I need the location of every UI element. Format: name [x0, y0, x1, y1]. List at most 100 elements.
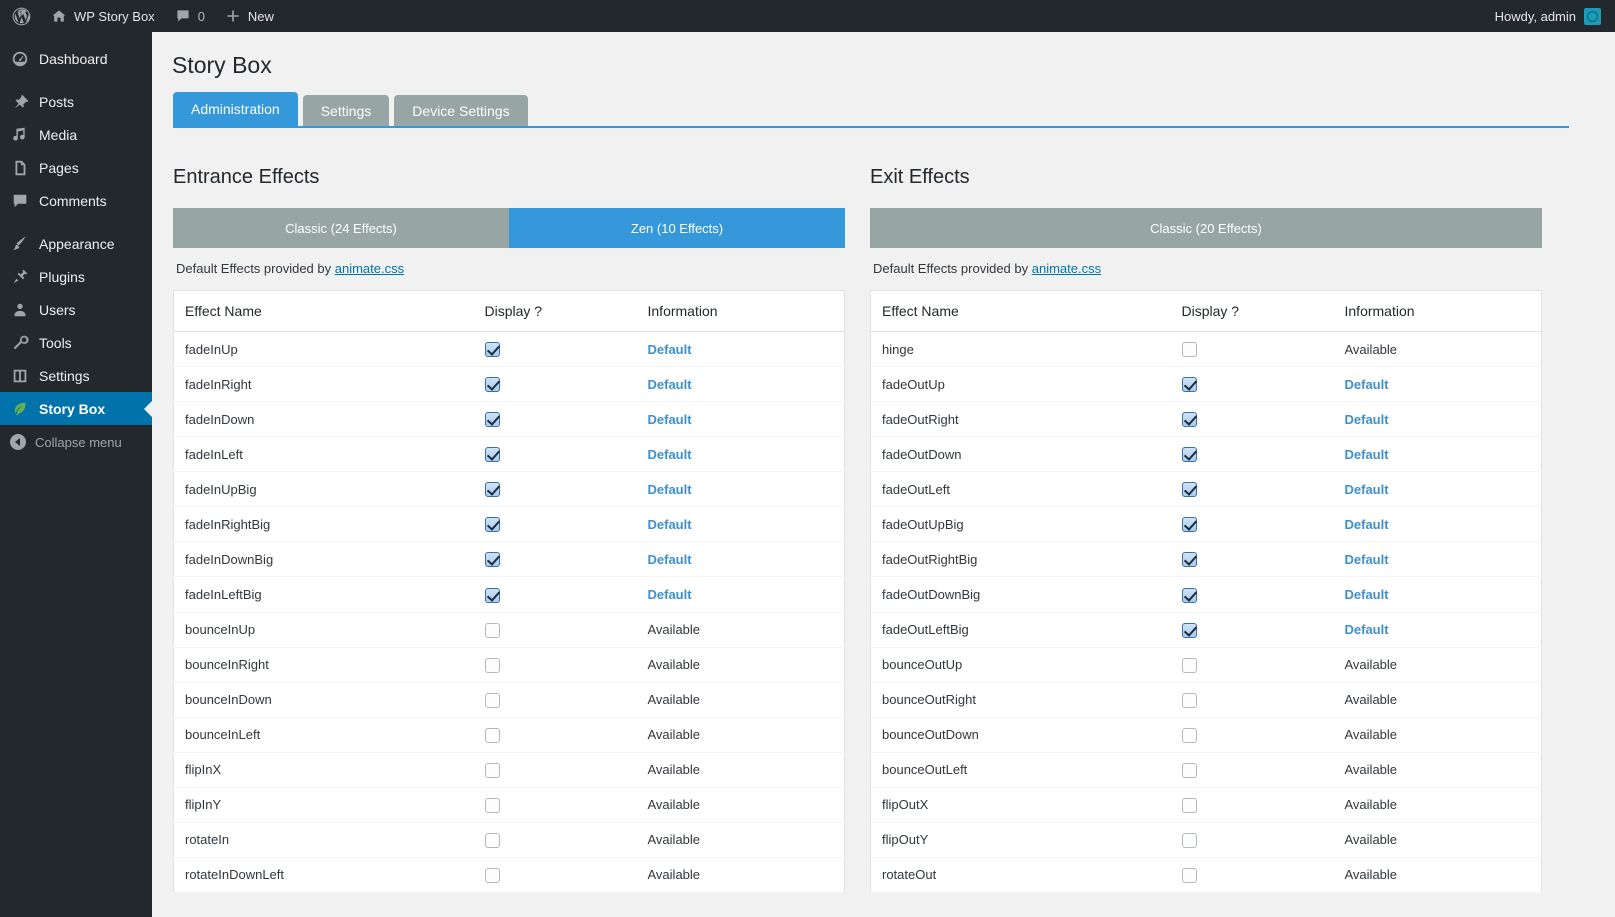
default-label[interactable]: Default: [648, 447, 692, 462]
exit-classic-button[interactable]: Classic (20 Effects): [870, 208, 1542, 248]
sidebar-item-appearance[interactable]: Appearance: [0, 227, 152, 260]
display-checkbox[interactable]: [1181, 762, 1197, 778]
collapse-menu-label: Collapse menu: [35, 434, 122, 450]
animate-css-link[interactable]: animate.css: [1032, 261, 1101, 276]
wordpress-logo-button[interactable]: [0, 0, 41, 32]
paintbrush-icon: [10, 235, 30, 253]
tab-settings[interactable]: Settings: [302, 95, 390, 126]
comments-button[interactable]: 0: [165, 0, 215, 32]
display-checkbox[interactable]: [1181, 692, 1197, 708]
default-label[interactable]: Default: [1345, 622, 1389, 637]
entrance-effects-panel: Entrance Effects Classic (24 Effects) Ze…: [173, 166, 845, 894]
default-label[interactable]: Default: [1345, 482, 1389, 497]
default-label[interactable]: Default: [1345, 552, 1389, 567]
sidebar-item-tools[interactable]: Tools: [0, 326, 152, 359]
tab-list: Administration Settings Device Settings: [173, 92, 1615, 126]
display-checkbox[interactable]: [484, 552, 500, 568]
information-cell: Available: [1333, 787, 1542, 823]
display-checkbox[interactable]: [1181, 377, 1197, 393]
display-checkbox[interactable]: [484, 832, 500, 848]
display-checkbox[interactable]: [484, 587, 500, 603]
display-cell: [1170, 752, 1334, 788]
sidebar-item-pages[interactable]: Pages: [0, 151, 152, 184]
display-checkbox[interactable]: [1181, 657, 1197, 673]
display-cell: [473, 787, 637, 823]
sidebar-item-label: Comments: [39, 192, 107, 209]
display-cell: [473, 717, 637, 753]
effect-name-cell: fadeOutUp: [870, 366, 1171, 403]
table-row: fadeOutRightBig Default: [870, 541, 1542, 578]
display-checkbox[interactable]: [484, 447, 500, 463]
default-label[interactable]: Default: [648, 587, 692, 602]
table-row: bounceOutLeft Available: [870, 752, 1542, 788]
display-checkbox[interactable]: [1181, 727, 1197, 743]
animate-css-link[interactable]: animate.css: [335, 261, 404, 276]
default-label[interactable]: Default: [1345, 412, 1389, 427]
display-checkbox[interactable]: [484, 692, 500, 708]
sidebar-item-dashboard[interactable]: Dashboard: [0, 42, 152, 75]
display-checkbox[interactable]: [484, 342, 500, 358]
display-checkbox[interactable]: [484, 377, 500, 393]
display-checkbox[interactable]: [1181, 832, 1197, 848]
display-checkbox[interactable]: [484, 517, 500, 533]
display-checkbox[interactable]: [484, 868, 500, 883]
default-label[interactable]: Default: [1345, 587, 1389, 602]
sidebar-item-story-box[interactable]: Story Box: [0, 392, 152, 425]
display-checkbox[interactable]: [484, 412, 500, 428]
display-checkbox[interactable]: [1181, 868, 1197, 883]
display-checkbox[interactable]: [1181, 622, 1197, 638]
sidebar-item-posts[interactable]: Posts: [0, 85, 152, 118]
effect-name-cell: fadeOutLeftBig: [870, 612, 1171, 648]
default-label[interactable]: Default: [1345, 377, 1389, 392]
sidebar-item-users[interactable]: Users: [0, 293, 152, 326]
default-label[interactable]: Default: [648, 412, 692, 427]
display-checkbox[interactable]: [1181, 482, 1197, 498]
sidebar-item-settings[interactable]: Settings: [0, 359, 152, 392]
default-label[interactable]: Default: [1345, 517, 1389, 532]
tab-device-settings[interactable]: Device Settings: [394, 95, 528, 126]
new-content-button[interactable]: New: [215, 0, 284, 32]
display-checkbox[interactable]: [484, 762, 500, 778]
display-checkbox[interactable]: [1181, 552, 1197, 568]
display-checkbox[interactable]: [1181, 342, 1197, 358]
main-content: Story Box Administration Settings Device…: [152, 32, 1615, 917]
default-label[interactable]: Default: [1345, 447, 1389, 462]
display-checkbox[interactable]: [484, 797, 500, 813]
display-checkbox[interactable]: [484, 482, 500, 498]
display-checkbox[interactable]: [1181, 797, 1197, 813]
table-row: fadeInUp Default: [173, 331, 845, 368]
display-checkbox[interactable]: [1181, 412, 1197, 428]
table-row: rotateInDownLeft Available: [173, 857, 845, 894]
information-cell: Default: [636, 401, 845, 438]
default-label[interactable]: Default: [648, 377, 692, 392]
display-cell: [1170, 331, 1334, 368]
tab-administration[interactable]: Administration: [173, 92, 298, 126]
sidebar-item-label: Pages: [39, 159, 79, 176]
display-checkbox[interactable]: [1181, 447, 1197, 463]
my-account-button[interactable]: Howdy, admin: [1495, 7, 1615, 25]
information-cell: Default: [1333, 506, 1542, 543]
site-name-button[interactable]: WP Story Box: [41, 0, 165, 32]
display-checkbox[interactable]: [484, 622, 500, 638]
default-label[interactable]: Default: [648, 342, 692, 357]
home-icon: [51, 8, 67, 24]
display-checkbox[interactable]: [484, 727, 500, 743]
information-cell: Available: [636, 647, 845, 683]
entrance-table-head: Effect Name Display ? Information: [173, 290, 845, 332]
sidebar-item-comments[interactable]: Comments: [0, 184, 152, 217]
display-checkbox[interactable]: [1181, 517, 1197, 533]
display-checkbox[interactable]: [1181, 587, 1197, 603]
sidebar-item-plugins[interactable]: Plugins: [0, 260, 152, 293]
table-row: fadeOutDown Default: [870, 436, 1542, 473]
display-checkbox[interactable]: [484, 657, 500, 673]
collapse-menu-button[interactable]: Collapse menu: [0, 425, 152, 459]
entrance-zen-button[interactable]: Zen (10 Effects): [509, 208, 845, 248]
sidebar-item-media[interactable]: Media: [0, 118, 152, 151]
entrance-classic-button[interactable]: Classic (24 Effects): [173, 208, 509, 248]
information-cell: Default: [1333, 612, 1542, 648]
default-label[interactable]: Default: [648, 517, 692, 532]
default-label[interactable]: Default: [648, 482, 692, 497]
information-cell: Available: [1333, 857, 1542, 894]
effect-name-cell: fadeInLeft: [173, 436, 474, 473]
default-label[interactable]: Default: [648, 552, 692, 567]
